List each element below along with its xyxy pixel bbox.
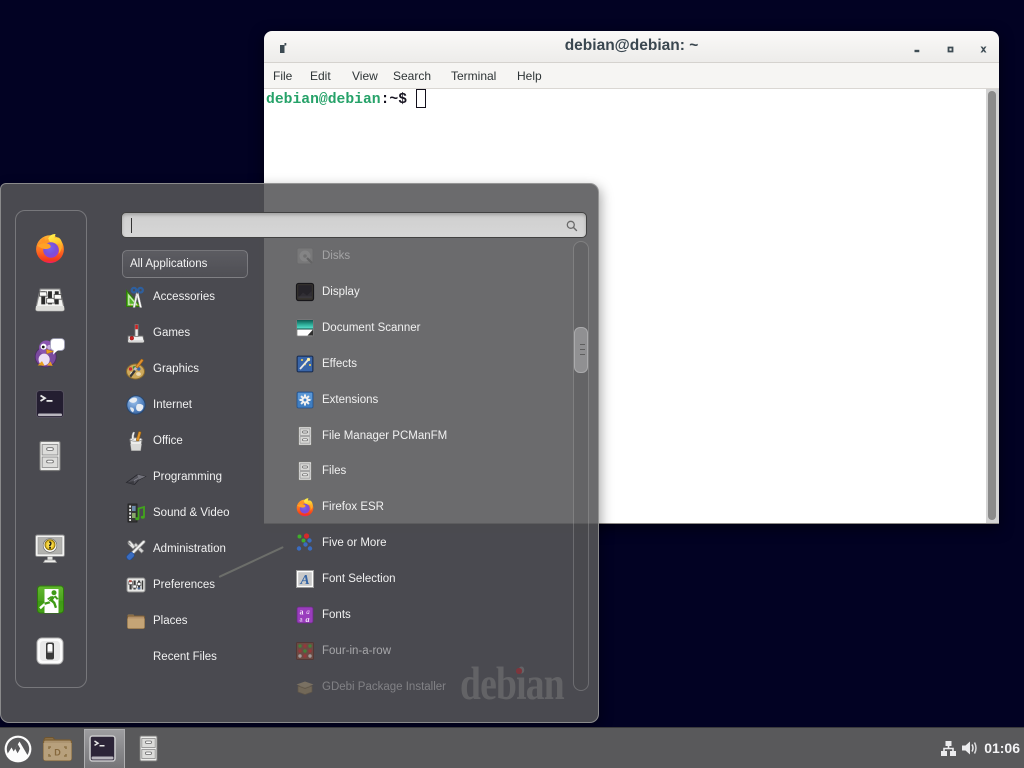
svg-text:a: a: [306, 615, 310, 624]
svg-text:D: D: [54, 748, 61, 758]
svg-text:A: A: [299, 573, 309, 588]
